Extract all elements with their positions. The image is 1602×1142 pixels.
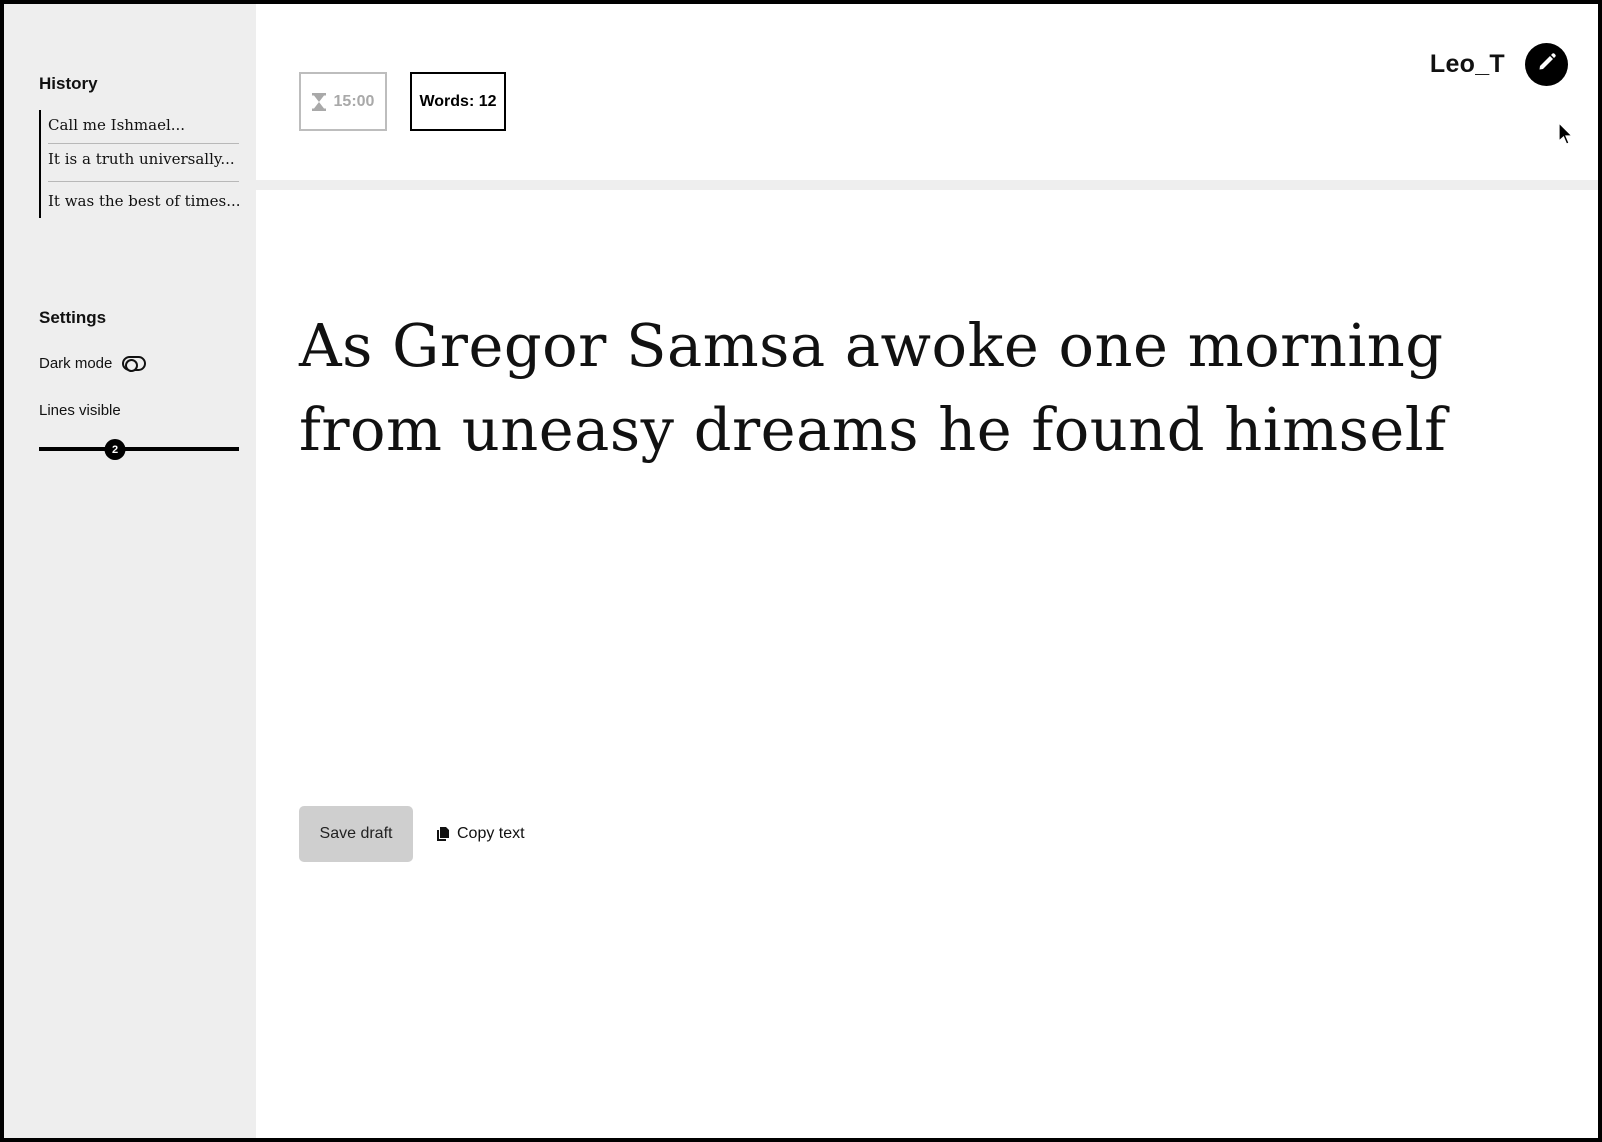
copy-text-button[interactable]: Copy text xyxy=(437,825,525,843)
main-area: 15:00 Words: 12 Leo_T As Gregor Samsa aw… xyxy=(256,4,1598,1138)
pencil-icon xyxy=(1537,52,1557,77)
edit-button[interactable] xyxy=(1525,43,1568,86)
settings-title: Settings xyxy=(39,308,107,327)
mouse-cursor-icon xyxy=(1558,121,1574,151)
word-count: Words: 12 xyxy=(410,72,506,131)
dark-mode-toggle[interactable] xyxy=(122,356,147,372)
sidebar: History Call me Ishmael... It is a truth… xyxy=(4,4,256,1138)
history-item[interactable]: It is a truth universally... xyxy=(48,144,239,182)
editor-text[interactable]: As Gregor Samsa awoke one morning from u… xyxy=(299,304,1519,472)
lines-visible-slider[interactable]: 2 xyxy=(39,439,239,460)
dark-mode-label: Dark mode xyxy=(39,355,113,372)
copy-icon xyxy=(437,827,449,841)
timer-button[interactable]: 15:00 xyxy=(299,72,387,131)
top-bar: 15:00 Words: 12 Leo_T xyxy=(256,4,1598,190)
user-area: Leo_T xyxy=(1430,43,1568,86)
history-title: History xyxy=(39,74,98,93)
slider-thumb[interactable]: 2 xyxy=(104,439,126,460)
history-item[interactable]: Call me Ishmael... xyxy=(48,110,239,144)
dark-mode-row: Dark mode xyxy=(39,355,238,372)
history-item[interactable]: It was the best of times... xyxy=(48,182,239,218)
action-bar: Save draft Copy text xyxy=(299,806,525,862)
username: Leo_T xyxy=(1429,50,1505,78)
timer-value: 15:00 xyxy=(333,92,375,110)
copy-text-label: Copy text xyxy=(457,825,525,842)
app-window: History Call me Ishmael... It is a truth… xyxy=(0,0,1602,1142)
save-draft-button[interactable]: Save draft xyxy=(299,806,413,862)
hourglass-icon xyxy=(311,92,326,111)
slider-track xyxy=(39,447,239,451)
lines-visible-label: Lines visible xyxy=(39,402,121,419)
history-list: Call me Ishmael... It is a truth univers… xyxy=(39,110,239,218)
